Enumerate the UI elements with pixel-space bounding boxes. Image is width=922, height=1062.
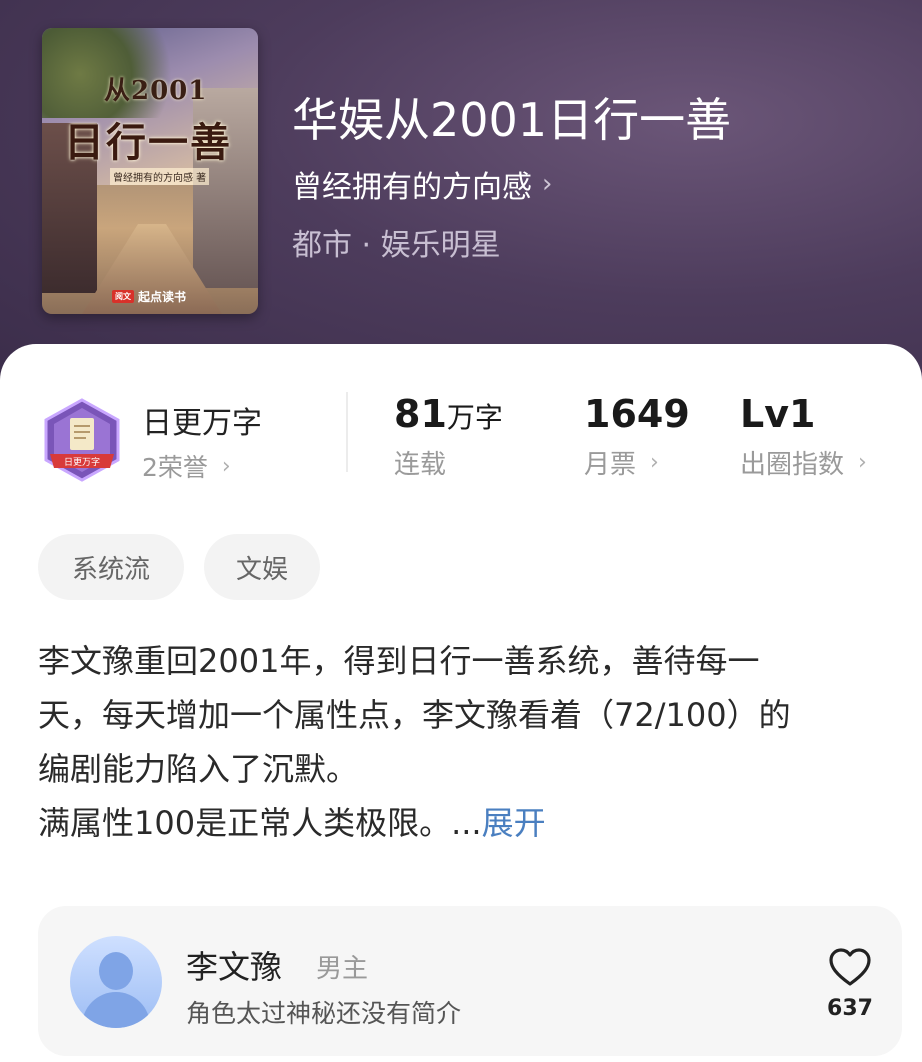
book-cover[interactable]: 从2001 日行一善 曾经拥有的方向感 著 阅文 起点读书: [42, 28, 258, 314]
cover-brand-logo: 阅文: [112, 290, 134, 303]
avatar-head: [99, 952, 133, 990]
cover-brand: 阅文 起点读书: [112, 288, 186, 305]
stat-label: 连载: [394, 450, 447, 480]
avatar-body: [82, 992, 150, 1028]
cover-brand-name: 起点读书: [138, 290, 187, 304]
cover-subtitle-text: 曾经拥有的方向感 著: [110, 168, 210, 185]
stat-word-count: 81万字 连载: [394, 392, 503, 481]
honor-badge-icon[interactable]: 日更万字: [40, 398, 124, 484]
chevron-right-icon: ›: [858, 450, 867, 475]
honor-link[interactable]: 2荣誉 ›: [142, 448, 231, 484]
stat-monthly-tickets[interactable]: 1649 月票 ›: [584, 392, 690, 481]
book-genre[interactable]: 都市 · 娱乐明星: [292, 220, 501, 264]
divider: [346, 392, 348, 472]
honor-badge-text: 日更万字: [64, 456, 100, 468]
character-name: 李文豫: [186, 948, 283, 986]
author-name: 曾经拥有的方向感: [292, 170, 532, 205]
description-line: 满属性100是正常人类极限。...展开: [38, 804, 546, 842]
character-description: 角色太过神秘还没有简介: [186, 999, 462, 1028]
stat-unit: 万字: [446, 401, 503, 434]
tag-chip[interactable]: 文娱: [204, 534, 320, 600]
stat-influence-index[interactable]: Lv1 出圈指数 ›: [740, 392, 867, 481]
honor-count: 2荣誉: [142, 453, 208, 482]
character-card[interactable]: [38, 906, 902, 1056]
stat-value: 1649: [584, 392, 690, 436]
character-role: 男主: [316, 954, 369, 984]
tag-chip[interactable]: 系统流: [38, 534, 184, 600]
chevron-right-icon: ›: [221, 453, 231, 479]
cover-title-text: 日行一善: [64, 119, 232, 166]
stat-label: 月票: [584, 450, 637, 480]
chevron-right-icon: ›: [650, 450, 659, 475]
expand-link[interactable]: 展开: [482, 804, 546, 842]
heart-icon[interactable]: [828, 948, 872, 988]
stat-value: 81万字: [394, 392, 503, 436]
description-line: 李文豫重回2001年，得到日行一善系统，善待每一: [38, 642, 760, 680]
book-title: 华娱从2001日行一善: [292, 93, 732, 147]
cover-year-text: 从2001: [104, 76, 208, 106]
like-count: 637: [827, 996, 873, 1021]
chevron-right-icon: ›: [542, 169, 553, 199]
honor-title: 日更万字: [142, 406, 262, 441]
avatar[interactable]: [70, 936, 162, 1028]
author-link[interactable]: 曾经拥有的方向感 ›: [292, 162, 552, 206]
book-description: 李文豫重回2001年，得到日行一善系统，善待每一 天，每天增加一个属性点，李文豫…: [38, 634, 888, 850]
stat-label: 出圈指数: [740, 450, 845, 480]
stat-label-link[interactable]: 出圈指数 ›: [740, 444, 867, 481]
stat-value: Lv1: [740, 392, 816, 436]
description-line: 编剧能力陷入了沉默。: [38, 750, 359, 788]
stat-label-link[interactable]: 月票 ›: [584, 444, 690, 481]
description-line: 天，每天增加一个属性点，李文豫看着（72/100）的: [38, 696, 791, 734]
